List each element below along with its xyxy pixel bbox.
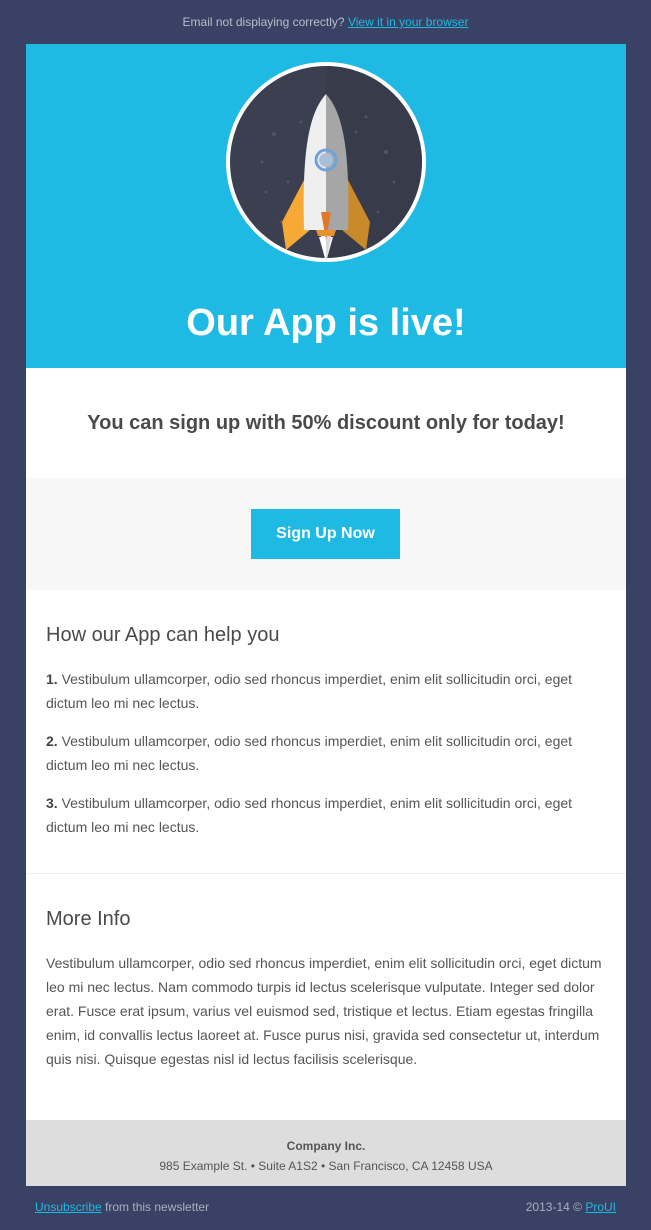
list-item-number: 1. (46, 671, 58, 687)
company-footer: Company Inc. 985 Example St. • Suite A1S… (26, 1120, 626, 1186)
unsubscribe-suffix: from this newsletter (101, 1200, 210, 1214)
more-info-section: More Info Vestibulum ullamcorper, odio s… (26, 874, 626, 1120)
hero-banner: Our App is live! (26, 44, 626, 368)
list-item-text: Vestibulum ullamcorper, odio sed rhoncus… (46, 733, 573, 773)
company-name: Company Inc. (286, 1139, 366, 1153)
list-item: 3. Vestibulum ullamcorper, odio sed rhon… (46, 791, 606, 839)
list-item: 2. Vestibulum ullamcorper, odio sed rhon… (46, 729, 606, 777)
company-address: 985 Example St. • Suite A1S2 • San Franc… (159, 1159, 493, 1173)
sign-up-button[interactable]: Sign Up Now (251, 509, 400, 559)
list-item: 1. Vestibulum ullamcorper, odio sed rhon… (46, 667, 606, 715)
help-section: How our App can help you 1. Vestibulum u… (26, 590, 626, 874)
copyright-text: 2013-14 © (525, 1200, 582, 1214)
more-info-heading: More Info (46, 908, 131, 930)
unsubscribe-link[interactable]: Unsubscribe (35, 1200, 102, 1214)
list-item-number: 2. (46, 733, 58, 749)
list-item-number: 3. (46, 795, 58, 811)
discount-banner: You can sign up with 50% discount only f… (87, 412, 565, 434)
email-card: Our App is live! You can sign up with 50… (26, 44, 626, 1186)
bottom-bar: Unsubscribe from this newsletter 2013-14… (35, 1200, 616, 1216)
browser-notice-text: Email not displaying correctly? (182, 15, 345, 29)
rocket-icon (226, 62, 426, 262)
list-item-text: Vestibulum ullamcorper, odio sed rhoncus… (46, 671, 573, 711)
more-info-text: Vestibulum ullamcorper, odio sed rhoncus… (46, 955, 602, 1067)
copyright-line: 2013-14 © ProUI (526, 1200, 616, 1214)
view-in-browser-link[interactable]: View it in your browser (348, 15, 469, 29)
unsubscribe-line: Unsubscribe from this newsletter (35, 1200, 209, 1214)
help-heading: How our App can help you (46, 624, 280, 646)
brand-link[interactable]: ProUI (585, 1200, 616, 1214)
cta-section: Sign Up Now (26, 478, 626, 590)
hero-title: Our App is live! (186, 302, 466, 344)
list-item-text: Vestibulum ullamcorper, odio sed rhoncus… (46, 795, 573, 835)
browser-notice-bar: Email not displaying correctly? View it … (0, 0, 651, 44)
